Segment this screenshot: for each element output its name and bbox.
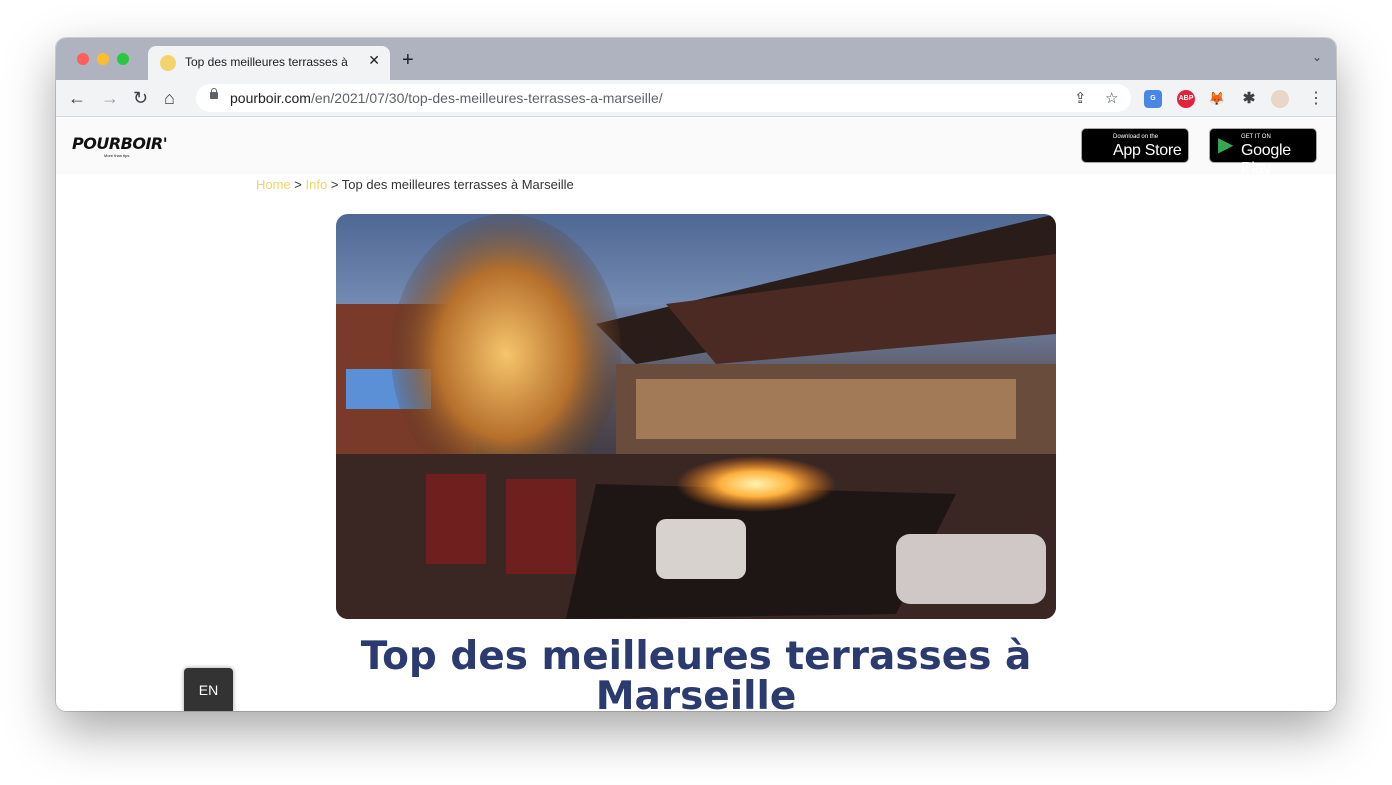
article-title: Top des meilleures terrasses à Marseille [360,634,1032,712]
url-host: pourboir.com [230,90,311,106]
translate-extension-icon[interactable]: G [1144,90,1162,108]
app-store-label: App Store [1113,142,1182,159]
google-play-small-label: GET IT ON [1241,134,1271,140]
breadcrumb: Home > Info > Top des meilleures terrass… [256,177,574,192]
browser-menu-icon[interactable]: ⋮ [1308,88,1324,110]
tab-active[interactable]: Top des meilleures terrasses à ✕ [148,46,390,80]
tab-search-chevron-icon[interactable]: ⌄ [1312,50,1322,64]
breadcrumb-separator: > [327,177,342,192]
breadcrumb-home-link[interactable]: Home [256,177,291,192]
google-play-label: Google Play [1241,142,1291,177]
hero-image [336,214,1056,619]
zoom-window-button[interactable] [117,53,129,65]
back-arrow-icon[interactable]: ← [68,87,86,109]
metamask-extension-icon[interactable]: 🦊 [1208,90,1226,108]
close-tab-icon[interactable]: ✕ [368,52,380,69]
url-path: /en/2021/07/30/top-des-meilleures-terras… [310,90,663,106]
share-icon[interactable]: ⇪ [1074,89,1087,107]
breadcrumb-info-link[interactable]: Info [306,177,328,192]
site-logo-tagline: More than tips [104,153,130,158]
breadcrumb-separator: > [290,177,306,192]
site-header: POURBOIR' More than tips Download on the… [56,118,1336,177]
bookmark-star-icon[interactable]: ☆ [1105,89,1118,107]
reload-icon[interactable]: ↻ [133,87,148,109]
puzzle-extension-icon[interactable]: ✱ [1240,90,1258,108]
google-play-icon: ▶ [1218,134,1234,156]
web-page: POURBOIR' More than tips Download on the… [56,118,1336,711]
address-bar[interactable]: pourboir.com/en/2021/07/30/top-des-meill… [196,84,1131,112]
tab-strip: Top des meilleures terrasses à ✕ + ⌄ [56,38,1336,80]
close-window-button[interactable] [77,53,89,65]
site-logo[interactable]: POURBOIR' [72,134,168,153]
browser-toolbar: ← → ↻ ⌂ pourboir.com/en/2021/07/30/top-d… [56,80,1336,117]
google-play-button[interactable]: ▶ GET IT ON Google Play [1209,128,1317,177]
forward-arrow-icon[interactable]: → [101,87,119,109]
adblock-extension-icon[interactable]: ABP [1177,90,1195,108]
site-favicon-icon [160,55,176,71]
app-store-small-label: Download on the [1113,134,1159,140]
url-text: pourboir.com/en/2021/07/30/top-des-meill… [230,90,663,106]
browser-window: Top des meilleures terrasses à ✕ + ⌄ ← →… [56,38,1336,711]
lock-icon [210,88,218,99]
app-store-button[interactable]: Download on the App Store [1081,128,1189,163]
terrace-photo [336,214,1056,619]
tab-title: Top des meilleures terrasses à [185,55,348,69]
home-icon[interactable]: ⌂ [164,87,175,109]
new-tab-button[interactable]: + [402,49,414,72]
minimize-window-button[interactable] [97,53,109,65]
breadcrumb-current: Top des meilleures terrasses à Marseille [341,177,574,192]
profile-avatar[interactable] [1271,90,1289,108]
language-switcher[interactable]: EN [184,668,233,711]
